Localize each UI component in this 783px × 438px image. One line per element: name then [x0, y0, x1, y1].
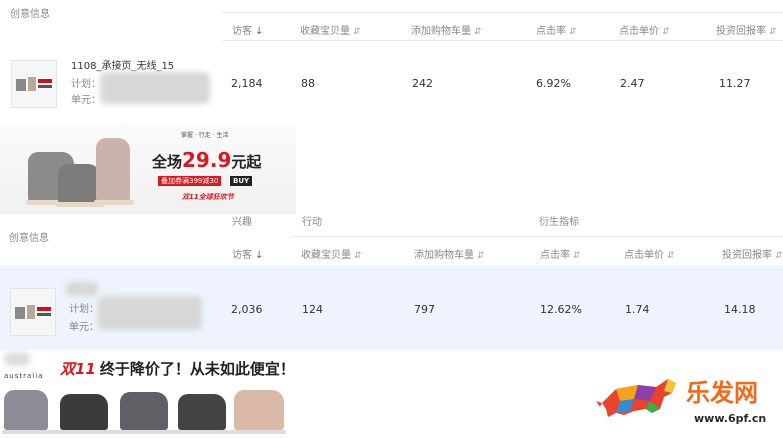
- cell-cart: 242: [412, 77, 433, 90]
- cell-cart: 797: [414, 303, 435, 316]
- cell-roi: 11.27: [719, 77, 751, 90]
- plan-label: 计划：: [69, 304, 99, 315]
- col-visitors-header[interactable]: 访客 ↓: [232, 246, 263, 261]
- cell-favorites: 88: [301, 77, 315, 90]
- boot-image: [120, 392, 168, 430]
- col-favorites-header[interactable]: 收藏宝贝量 ⇵: [300, 22, 361, 37]
- sort-icon[interactable]: ⇵: [573, 251, 581, 261]
- event-label: 双11全球狂欢节: [182, 193, 234, 201]
- creative-info-header: 创意信息: [10, 9, 50, 20]
- redacted-info: [98, 296, 202, 330]
- cell-visitors: 2,184: [231, 77, 263, 90]
- banner-headline: 全场29.9元起: [152, 148, 262, 172]
- col-cpc-header[interactable]: 点击单价 ⇵: [619, 22, 670, 37]
- banner-tagline: 掌握 · 行走 · 生活: [181, 132, 229, 139]
- header-divider: [292, 236, 783, 237]
- sort-desc-icon[interactable]: ↓: [255, 250, 263, 261]
- header-divider: [222, 12, 783, 13]
- creative-thumbnail[interactable]: [11, 60, 57, 108]
- pink-boot-image: [96, 138, 130, 202]
- banner-price: 29.9: [182, 148, 232, 172]
- sort-icon[interactable]: ⇵: [775, 251, 783, 261]
- redacted-info: [100, 72, 210, 104]
- brand-logo: australia: [4, 372, 44, 380]
- sort-icon[interactable]: ⇵: [474, 27, 482, 37]
- redacted-info: [66, 282, 98, 296]
- col-ctr-header[interactable]: 点击率 ⇵: [540, 246, 581, 261]
- promo-banner-1: 掌握 · 行走 · 生活 全场29.9元起 叠加券满399减30 BUY 双11…: [0, 124, 296, 214]
- cell-cpc: 1.74: [625, 303, 650, 316]
- sort-desc-icon[interactable]: ↓: [255, 26, 263, 37]
- cell-ctr: 6.92%: [536, 77, 571, 90]
- col-cart-header[interactable]: 添加购物车量 ⇵: [414, 246, 485, 261]
- boot-image: [178, 394, 226, 430]
- col-ctr-header[interactable]: 点击率 ⇵: [536, 22, 577, 37]
- col-visitors-header[interactable]: 访客 ↓: [232, 22, 263, 37]
- boot-image: [234, 390, 284, 430]
- site-url: www.6pf.cn: [694, 412, 767, 425]
- banner-headline: 双11 终于降价了！从未如此便宜！: [60, 360, 290, 378]
- plan-label: 计划：: [71, 79, 101, 90]
- col-favorites-header[interactable]: 收藏宝贝量 ⇵: [301, 246, 362, 261]
- cell-favorites: 124: [302, 303, 323, 316]
- col-roi-header[interactable]: 投资回报率 ⇵: [722, 246, 783, 261]
- cell-visitors: 2,036: [231, 303, 263, 316]
- boot-image: [4, 390, 48, 430]
- group-action: 行动: [302, 217, 322, 228]
- bull-logo-icon: [596, 379, 676, 417]
- sort-icon[interactable]: ⇵: [662, 27, 670, 37]
- cell-ctr: 12.62%: [540, 303, 582, 316]
- col-cart-header[interactable]: 添加购物车量 ⇵: [411, 22, 482, 37]
- col-roi-header[interactable]: 投资回报率 ⇵: [716, 22, 777, 37]
- redacted-logo: [4, 352, 30, 366]
- group-interest: 兴趣: [232, 217, 252, 228]
- creative-thumbnail[interactable]: [10, 288, 56, 336]
- gray-boot-image: [58, 164, 100, 204]
- site-logo-text: 乐发网: [686, 378, 758, 407]
- buy-button[interactable]: BUY: [230, 176, 253, 186]
- header-divider: [222, 40, 783, 41]
- promo-banner-2: australia 双11 终于降价了！从未如此便宜！: [0, 350, 290, 438]
- creative-info-header: 创意信息: [9, 233, 49, 244]
- sort-icon[interactable]: ⇵: [354, 251, 362, 261]
- group-derived-metrics: 衍生指标: [539, 217, 579, 228]
- boot-image: [60, 394, 108, 430]
- sort-icon[interactable]: ⇵: [667, 251, 675, 261]
- sort-icon[interactable]: ⇵: [569, 27, 577, 37]
- coupon-text: 叠加券满399减30: [158, 176, 222, 186]
- sort-icon[interactable]: ⇵: [769, 27, 777, 37]
- sort-icon[interactable]: ⇵: [477, 251, 485, 261]
- cell-roi: 14.18: [724, 303, 756, 316]
- sort-icon[interactable]: ⇵: [353, 27, 361, 37]
- creative-name[interactable]: 1108_承接页_无线_15: [71, 57, 174, 72]
- unit-label: 单元：: [69, 322, 99, 333]
- cell-cpc: 2.47: [620, 77, 645, 90]
- unit-label: 单元：: [71, 95, 101, 106]
- col-cpc-header[interactable]: 点击单价 ⇵: [624, 246, 675, 261]
